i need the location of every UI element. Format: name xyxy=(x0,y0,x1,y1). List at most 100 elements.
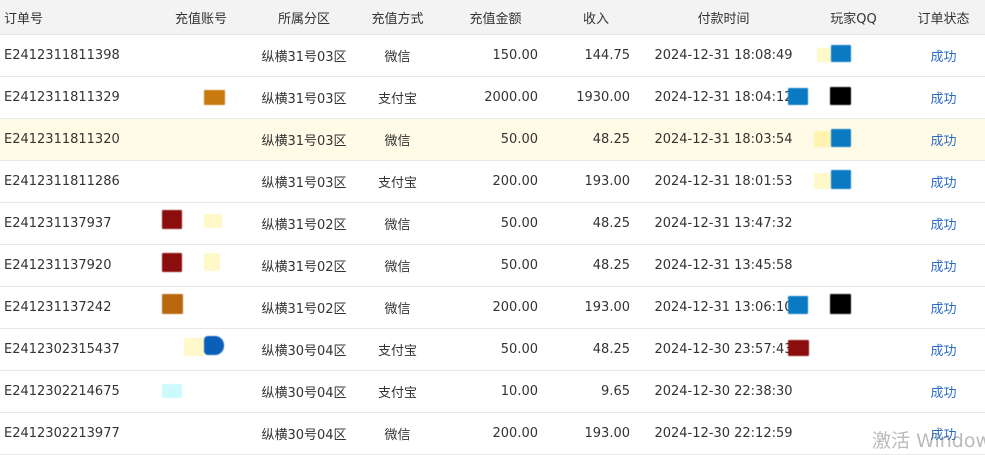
status-link[interactable]: 成功 xyxy=(930,92,956,107)
payment-time: 2024-12-30 23:57:43 xyxy=(642,328,805,371)
income: 193.00 xyxy=(550,412,642,455)
status-link[interactable]: 成功 xyxy=(930,386,956,401)
order-status: 成功 xyxy=(902,286,985,329)
header-order-status: 订单状态 xyxy=(902,0,985,35)
order-status: 成功 xyxy=(902,160,985,203)
income: 144.75 xyxy=(550,34,642,77)
status-link[interactable]: 成功 xyxy=(930,302,956,317)
amount: 50.00 xyxy=(441,328,550,371)
qq-redacted xyxy=(805,244,902,287)
redaction-mark xyxy=(830,294,851,314)
account-redacted xyxy=(148,202,254,245)
zone: 纵横31号03区 xyxy=(254,34,354,77)
qq-redacted xyxy=(805,412,902,455)
payment-time: 2024-12-31 18:01:53 xyxy=(642,160,805,203)
account-redacted xyxy=(148,328,254,371)
order-id: E2412311811398 xyxy=(0,34,148,77)
status-link[interactable]: 成功 xyxy=(930,218,956,233)
table-row: E2412302214675 纵横30号04区 支付宝 10.00 9.65 2… xyxy=(0,370,985,413)
account-redacted xyxy=(148,160,254,203)
income: 48.25 xyxy=(550,118,642,161)
redaction-mark xyxy=(204,214,222,228)
redaction-mark xyxy=(814,131,831,147)
zone: 纵横30号04区 xyxy=(254,328,354,371)
header-amount: 充值金额 xyxy=(441,0,550,35)
zone: 纵横30号04区 xyxy=(254,412,354,455)
redaction-mark xyxy=(162,253,182,272)
zone: 纵横31号03区 xyxy=(254,118,354,161)
payment-method: 微信 xyxy=(354,244,441,287)
account-redacted xyxy=(148,370,254,413)
order-status: 成功 xyxy=(902,202,985,245)
order-id: E2412302213977 xyxy=(0,412,148,455)
income: 1930.00 xyxy=(550,76,642,119)
account-redacted xyxy=(148,412,254,455)
qq-redacted xyxy=(788,76,902,119)
amount: 150.00 xyxy=(441,34,550,77)
table-row: E2412311811320 纵横31号03区 微信 50.00 48.25 2… xyxy=(0,118,985,161)
order-id: E2412302214675 xyxy=(0,370,148,413)
payment-time: 2024-12-31 18:03:54 xyxy=(642,118,805,161)
table-row: E2412311811329 纵横31号03区 支付宝 2000.00 1930… xyxy=(0,76,985,119)
amount: 50.00 xyxy=(441,202,550,245)
payment-method: 微信 xyxy=(354,34,441,77)
status-link[interactable]: 成功 xyxy=(930,134,956,149)
status-link[interactable]: 成功 xyxy=(930,50,956,65)
table-row: E241231137937 纵横31号02区 微信 50.00 48.25 20… xyxy=(0,202,985,245)
account-redacted xyxy=(148,286,254,329)
redaction-mark xyxy=(831,45,851,62)
header-account: 充值账号 xyxy=(148,0,254,35)
redaction-mark xyxy=(788,88,808,105)
qq-redacted xyxy=(805,34,902,77)
qq-redacted xyxy=(805,160,902,203)
income: 9.65 xyxy=(550,370,642,413)
payment-method: 微信 xyxy=(354,412,441,455)
order-id: E2412302315437 xyxy=(0,328,148,371)
payment-time: 2024-12-31 18:08:49 xyxy=(642,34,805,77)
qq-redacted xyxy=(805,118,902,161)
table-row: E2412302213977 纵横30号04区 微信 200.00 193.00… xyxy=(0,412,985,455)
payment-time: 2024-12-31 13:45:58 xyxy=(642,244,805,287)
payment-time: 2024-12-31 18:04:12 xyxy=(642,76,805,119)
header-income: 收入 xyxy=(550,0,642,35)
status-link[interactable]: 成功 xyxy=(930,344,956,359)
order-status: 成功 xyxy=(902,244,985,287)
payment-method: 支付宝 xyxy=(354,160,441,203)
payment-time: 2024-12-30 22:12:59 xyxy=(642,412,805,455)
status-link[interactable]: 成功 xyxy=(930,428,956,443)
payment-time: 2024-12-31 13:47:32 xyxy=(642,202,805,245)
redaction-mark xyxy=(831,170,851,189)
income: 48.25 xyxy=(550,244,642,287)
redaction-mark xyxy=(814,173,831,189)
redaction-mark xyxy=(162,384,182,398)
zone: 纵横31号02区 xyxy=(254,244,354,287)
redaction-mark xyxy=(162,294,183,314)
amount: 10.00 xyxy=(441,370,550,413)
qq-redacted xyxy=(788,286,902,329)
table-header-row: 订单号 充值账号 所属分区 充值方式 充值金额 收入 付款时间 玩家QQ 订单状… xyxy=(0,0,985,35)
table-row: E241231137242 纵横31号02区 微信 200.00 193.00 … xyxy=(0,286,985,329)
redaction-mark xyxy=(204,90,225,105)
redaction-mark xyxy=(817,48,831,62)
status-link[interactable]: 成功 xyxy=(930,260,956,275)
qq-redacted xyxy=(788,328,902,371)
amount: 50.00 xyxy=(441,244,550,287)
zone: 纵横31号03区 xyxy=(254,160,354,203)
order-id: E241231137937 xyxy=(0,202,148,245)
order-id: E2412311811320 xyxy=(0,118,148,161)
payment-method: 微信 xyxy=(354,286,441,329)
redaction-mark xyxy=(162,210,182,229)
income: 48.25 xyxy=(550,328,642,371)
payment-time: 2024-12-30 22:38:30 xyxy=(642,370,805,413)
payment-method: 微信 xyxy=(354,202,441,245)
zone: 纵横31号02区 xyxy=(254,286,354,329)
redaction-mark xyxy=(831,129,851,147)
redaction-mark xyxy=(204,336,224,355)
qq-redacted xyxy=(805,202,902,245)
order-status: 成功 xyxy=(902,412,985,455)
redaction-mark xyxy=(830,87,851,105)
amount: 200.00 xyxy=(441,286,550,329)
amount: 50.00 xyxy=(441,118,550,161)
amount: 200.00 xyxy=(441,412,550,455)
status-link[interactable]: 成功 xyxy=(930,176,956,191)
